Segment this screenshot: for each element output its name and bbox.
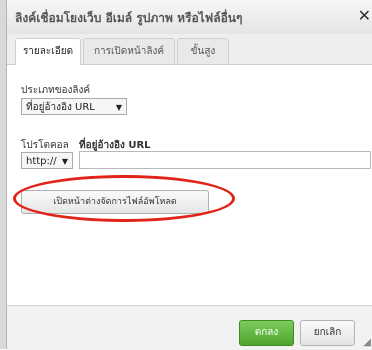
link-dialog: ลิงค์เชื่อมโยงเว็บ อีเมล์ รูปภาพ หรือไฟล… <box>6 0 372 350</box>
link-type-select[interactable]: ที่อยู่อ้างอิง URL ▼ <box>21 98 127 115</box>
dialog-footer: ตกลง ยกเลิก ◢ <box>7 305 372 350</box>
link-type-value: ที่อยู่อ้างอิง URL <box>26 102 95 113</box>
cancel-button[interactable]: ยกเลิก <box>300 320 355 346</box>
resize-handle-icon[interactable]: ◢ <box>363 337 371 348</box>
protocol-value: http:// <box>26 156 57 167</box>
tab-bar: รายละเอียด การเปิดหน้าลิงค์ ขั้นสูง <box>7 34 372 65</box>
ok-button[interactable]: ตกลง <box>239 320 294 346</box>
dialog-title: ลิงค์เชื่อมโยงเว็บ อีเมล์ รูปภาพ หรือไฟล… <box>15 11 243 25</box>
tab-advanced[interactable]: ขั้นสูง <box>177 38 229 64</box>
tab-details[interactable]: รายละเอียด <box>15 38 81 65</box>
dialog-content: ประเภทของลิงค์ ที่อยู่อ้างอิง URL ▼ โปรโ… <box>7 65 372 305</box>
close-icon[interactable]: ✕ <box>358 6 371 25</box>
chevron-down-icon: ▼ <box>61 157 68 166</box>
link-type-label: ประเภทของลิงค์ <box>21 85 91 96</box>
dialog-titlebar[interactable]: ลิงค์เชื่อมโยงเว็บ อีเมล์ รูปภาพ หรือไฟล… <box>7 0 372 35</box>
highlight-ellipse <box>13 175 235 222</box>
protocol-select[interactable]: http:// ▼ <box>21 152 73 169</box>
url-input[interactable] <box>79 151 371 169</box>
chevron-down-icon: ▼ <box>115 103 122 112</box>
tab-target[interactable]: การเปิดหน้าลิงค์ <box>83 38 175 64</box>
protocol-label: โปรโตคอล <box>21 140 69 151</box>
